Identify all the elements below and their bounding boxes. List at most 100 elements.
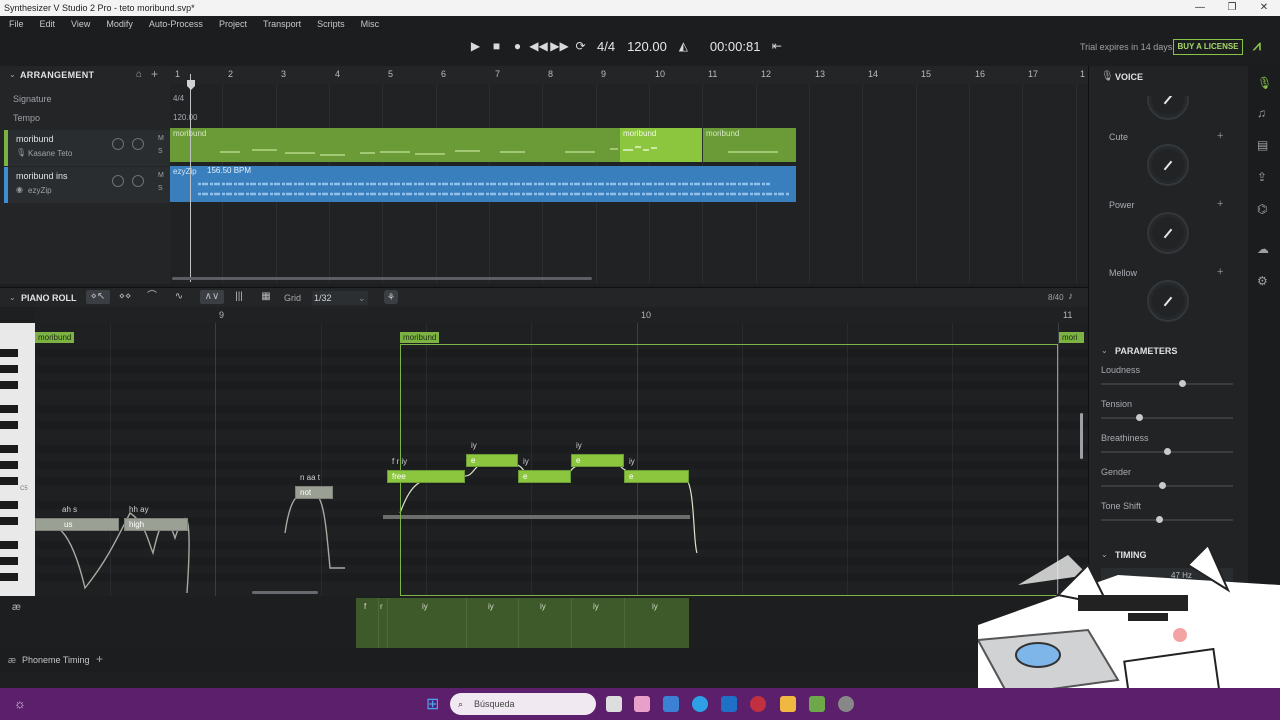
arrangement-scrollbar[interactable] <box>172 277 592 280</box>
note[interactable]: e <box>571 454 624 467</box>
collapse-arrow-icon[interactable]: ⌄ <box>1101 346 1108 355</box>
dial-mellow[interactable] <box>1147 280 1189 322</box>
metronome-icon[interactable]: ◭ <box>673 38 694 54</box>
buy-license-button[interactable]: BUY A LICENSE <box>1173 39 1243 55</box>
menu-misc[interactable]: Misc <box>356 17 385 31</box>
piano-roll-vscrollbar[interactable] <box>1080 413 1083 459</box>
edge-icon[interactable] <box>692 696 708 712</box>
waveform-view-icon[interactable]: ||| <box>227 290 251 304</box>
group-label[interactable]: mori <box>1059 332 1084 343</box>
snap-toggle-icon[interactable]: ⚘ <box>384 290 398 304</box>
taskbar-search[interactable]: ⌕ Búsqueda <box>450 693 596 715</box>
vibrato-tool-icon[interactable]: ∿ <box>167 290 191 304</box>
synthv-icon[interactable] <box>809 696 825 712</box>
gender-slider[interactable] <box>1101 482 1233 489</box>
note[interactable]: high <box>124 518 188 531</box>
rewind-icon[interactable]: ◀◀ <box>528 38 549 54</box>
note[interactable]: us <box>35 518 119 531</box>
menu-file[interactable]: File <box>4 17 29 31</box>
dial-cute[interactable] <box>1147 144 1189 186</box>
tempo-track-value[interactable]: 120.00 <box>173 113 197 122</box>
export-icon[interactable]: ⇪ <box>1257 170 1267 184</box>
loudness-slider[interactable] <box>1101 380 1233 387</box>
file-explorer-icon[interactable] <box>780 696 796 712</box>
audio-clip[interactable]: ezyZip <box>170 166 796 202</box>
tension-slider[interactable] <box>1101 414 1233 421</box>
follow-playhead-icon[interactable]: ⇤ <box>766 38 787 54</box>
vocal-clip[interactable]: moribund <box>170 128 620 162</box>
group-label[interactable]: moribund <box>400 332 440 343</box>
collapse-arrow-icon[interactable]: ⌄ <box>9 70 16 79</box>
curve-tool-icon[interactable]: ⌒ <box>140 290 164 304</box>
track-header-moribund-ins[interactable]: moribund ins ◉ ezyZip M S <box>4 167 170 203</box>
piano-roll-ruler[interactable]: 9 10 11 <box>35 307 1088 323</box>
voice-icon[interactable]: 🎙 <box>1257 76 1272 90</box>
mute-button[interactable]: M <box>158 135 164 142</box>
gear-icon[interactable]: ⚙ <box>1257 274 1268 288</box>
add-icon[interactable]: + <box>1217 130 1223 142</box>
breathiness-slider[interactable] <box>1101 448 1233 455</box>
loop-icon[interactable]: ⟳ <box>570 38 591 54</box>
note-group-box[interactable] <box>400 344 1058 596</box>
phoneme-block[interactable]: f r iy iy iy iy iy <box>356 598 689 648</box>
task-view-icon[interactable] <box>606 696 622 712</box>
menu-view[interactable]: View <box>66 17 95 31</box>
windows-start-icon[interactable]: ⊞ <box>426 694 439 714</box>
mute-button[interactable]: M <box>158 172 164 179</box>
play-icon[interactable]: ▶ <box>465 38 486 54</box>
document-icon[interactable]: ▤ <box>1257 138 1268 152</box>
close-icon[interactable]: ✕ <box>1248 0 1280 16</box>
pitch-curve-icon[interactable]: ∧∨ <box>200 290 224 304</box>
menu-modify[interactable]: Modify <box>101 17 138 31</box>
obs-icon[interactable] <box>838 696 854 712</box>
widgets-icon[interactable]: ☼ <box>14 696 26 711</box>
volume-knob[interactable] <box>112 175 124 187</box>
minimize-icon[interactable]: — <box>1184 0 1216 16</box>
cloud-icon[interactable]: ☁ <box>1257 242 1269 256</box>
notes-icon[interactable]: ♫ <box>1257 106 1266 120</box>
menu-transport[interactable]: Transport <box>258 17 306 31</box>
tone-shift-slider[interactable] <box>1101 516 1233 523</box>
vocal-clip-selected[interactable]: moribund <box>620 128 702 162</box>
opera-icon[interactable] <box>750 696 766 712</box>
maximize-icon[interactable]: ❐ <box>1216 0 1248 16</box>
record-icon[interactable]: ● <box>507 38 528 54</box>
pen-tool-icon[interactable]: ⋄⋄ <box>113 290 137 304</box>
outlook-icon[interactable] <box>721 696 737 712</box>
add-icon[interactable]: + <box>1217 198 1223 210</box>
menu-edit[interactable]: Edit <box>35 17 61 31</box>
note[interactable]: e <box>518 470 571 483</box>
track-header-moribund[interactable]: moribund 🎙 Kasane Teto M S <box>4 130 170 166</box>
note[interactable]: e <box>624 470 689 483</box>
collapse-arrow-icon[interactable]: ⌄ <box>9 293 16 302</box>
vocal-clip[interactable]: moribund <box>703 128 796 162</box>
dial-power[interactable] <box>1147 212 1189 254</box>
volume-knob[interactable] <box>112 138 124 150</box>
fast-forward-icon[interactable]: ▶▶ <box>549 38 570 54</box>
piano-roll-hscrollbar[interactable] <box>252 591 318 594</box>
pan-knob[interactable] <box>132 175 144 187</box>
stop-icon[interactable]: ■ <box>486 38 507 54</box>
select-tool-icon[interactable]: ⋄↖ <box>86 290 110 304</box>
copilot-icon[interactable] <box>634 696 650 712</box>
piano-keyboard[interactable]: C5 <box>0 323 35 596</box>
tempo-value[interactable]: 120.00 <box>627 39 667 54</box>
arrangement-ruler[interactable]: 1 2 3 4 5 6 7 8 9 10 11 12 13 14 15 16 1… <box>170 66 1088 84</box>
dial-knob[interactable] <box>1147 96 1189 120</box>
piano-view-icon[interactable]: ▦ <box>254 290 278 304</box>
note[interactable]: free <box>387 470 465 483</box>
robot-icon[interactable]: ⌬ <box>1257 202 1267 216</box>
note-icon[interactable]: ♪ <box>1068 291 1073 302</box>
home-icon[interactable]: ⌂ <box>136 69 142 80</box>
playhead[interactable] <box>190 74 191 282</box>
grid-select[interactable]: 1/32 ⌄ <box>312 291 368 305</box>
group-label[interactable]: moribund <box>35 332 75 343</box>
note[interactable]: e <box>466 454 518 467</box>
add-icon[interactable]: + <box>1217 266 1223 278</box>
phoneme-timing-lane[interactable]: æ f r iy iy iy iy iy <box>0 596 1088 650</box>
menu-auto-process[interactable]: Auto-Process <box>144 17 208 31</box>
add-tab-icon[interactable]: + <box>96 652 103 666</box>
note[interactable]: not <box>295 486 333 499</box>
menu-project[interactable]: Project <box>214 17 252 31</box>
pan-knob[interactable] <box>132 138 144 150</box>
